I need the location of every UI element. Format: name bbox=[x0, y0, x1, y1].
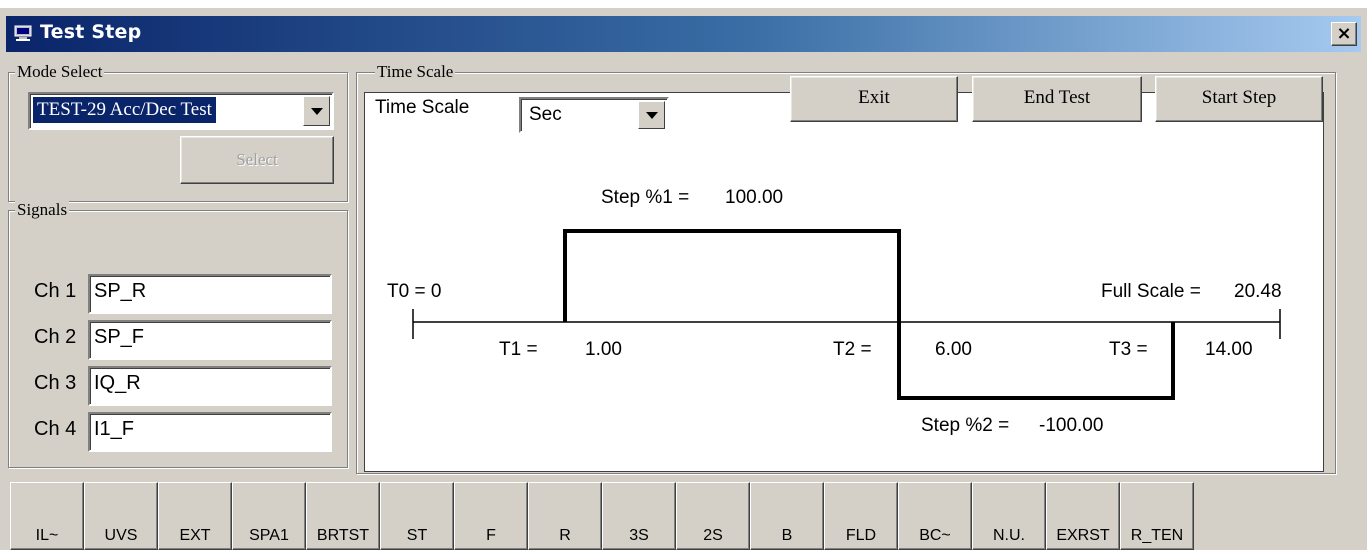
chevron-down-icon bbox=[310, 108, 323, 115]
step2-value: -100.00 bbox=[1039, 415, 1104, 436]
title-bar: Test Step × bbox=[6, 16, 1361, 52]
tab-button-label: EXRST bbox=[1056, 527, 1110, 544]
tab-button[interactable]: 2S bbox=[676, 482, 750, 550]
tab-button-label: R_TEN bbox=[1130, 527, 1184, 544]
ch3-input[interactable]: IQ_R bbox=[88, 366, 332, 406]
time-scale-dropdown[interactable]: Sec bbox=[519, 97, 669, 133]
t2-value: 6.00 bbox=[935, 339, 972, 360]
tab-button-label: B bbox=[781, 527, 793, 544]
mode-select-dropdown[interactable]: TEST-29 Acc/Dec Test bbox=[28, 92, 334, 130]
ch4-input[interactable]: I1_F bbox=[88, 412, 332, 452]
t1-label: T1 = bbox=[499, 339, 538, 360]
tab-button[interactable]: SPA1 bbox=[232, 482, 306, 550]
tab-button[interactable]: F bbox=[454, 482, 528, 550]
tab-button[interactable]: ST bbox=[380, 482, 454, 550]
tab-button[interactable]: EXT bbox=[158, 482, 232, 550]
exit-button-label: Exit bbox=[858, 87, 890, 108]
tab-button[interactable]: EXRST bbox=[1046, 482, 1120, 550]
tab-button-label: UVS bbox=[104, 527, 138, 544]
step-graph-canvas: Time Scale Sec Step %1 = 100.00 T0 = 0 F… bbox=[364, 92, 1324, 472]
exit-button[interactable]: Exit bbox=[790, 76, 958, 122]
ch4-label: Ch 4 bbox=[34, 418, 77, 440]
tab-button-label: N.U. bbox=[993, 527, 1025, 544]
mode-dropdown-button[interactable] bbox=[303, 96, 330, 126]
time-scale-value: Sec bbox=[529, 104, 562, 125]
tab-button-label: BRTST bbox=[316, 527, 370, 544]
tab-button[interactable]: B bbox=[750, 482, 824, 550]
ch1-input[interactable]: SP_R bbox=[88, 274, 332, 314]
end-test-button[interactable]: End Test bbox=[972, 76, 1142, 122]
select-button[interactable]: Select bbox=[180, 136, 334, 184]
t2-label: T2 = bbox=[833, 339, 872, 360]
time-scale-dropdown-button[interactable] bbox=[638, 101, 665, 129]
tab-button[interactable]: UVS bbox=[84, 482, 158, 550]
time-scale-label: Time Scale bbox=[375, 97, 470, 118]
tab-button[interactable]: BRTST bbox=[306, 482, 380, 550]
tab-button[interactable]: N.U. bbox=[972, 482, 1046, 550]
computer-icon bbox=[14, 25, 32, 41]
mode-select-value: TEST-29 Acc/Dec Test bbox=[33, 97, 216, 123]
tab-button-label: 3S bbox=[629, 527, 649, 544]
tab-button-label: FLD bbox=[845, 527, 877, 544]
window-title: Test Step bbox=[40, 21, 142, 43]
step-signal bbox=[563, 229, 1175, 400]
tab-button[interactable]: R_TEN bbox=[1120, 482, 1194, 550]
tab-button-label: 2S bbox=[703, 527, 723, 544]
close-icon: × bbox=[1336, 23, 1352, 44]
t3-label: T3 = bbox=[1109, 339, 1148, 360]
signals-label: Signals bbox=[15, 200, 70, 220]
ch2-input[interactable]: SP_F bbox=[88, 320, 332, 360]
tab-button[interactable]: 3S bbox=[602, 482, 676, 550]
tab-button[interactable]: IL~ bbox=[10, 482, 84, 550]
end-test-button-label: End Test bbox=[1023, 87, 1091, 108]
step2-label: Step %2 = bbox=[921, 415, 1010, 436]
step1-value: 100.00 bbox=[725, 187, 784, 208]
start-step-button[interactable]: Start Step bbox=[1155, 76, 1323, 122]
t0-label: T0 = 0 bbox=[387, 281, 442, 302]
tab-button-label: R bbox=[559, 527, 571, 544]
tab-button-label: SPA1 bbox=[249, 527, 289, 544]
tab-button-label: EXT bbox=[179, 527, 211, 544]
close-button[interactable]: × bbox=[1331, 22, 1357, 46]
test-step-window: Test Step × Mode Select TEST-29 Acc/Dec … bbox=[0, 0, 1367, 550]
ch2-label: Ch 2 bbox=[34, 326, 77, 348]
tab-button[interactable]: R bbox=[528, 482, 602, 550]
step1-label: Step %1 = bbox=[601, 187, 690, 208]
tab-button[interactable]: FLD bbox=[824, 482, 898, 550]
start-step-button-label: Start Step bbox=[1201, 87, 1277, 108]
chevron-down-icon bbox=[645, 112, 658, 119]
tab-button-label: F bbox=[486, 527, 496, 544]
tab-button-label: ST bbox=[406, 527, 428, 544]
ch3-label: Ch 3 bbox=[34, 372, 77, 394]
mode-select-label: Mode Select bbox=[15, 62, 105, 82]
time-scale-group-label: Time Scale bbox=[375, 62, 456, 82]
tab-button-label: IL~ bbox=[35, 527, 59, 544]
full-scale-value: 20.48 bbox=[1234, 281, 1282, 302]
select-button-label: Select bbox=[236, 150, 278, 169]
t1-value: 1.00 bbox=[585, 339, 622, 360]
tab-button-label: BC~ bbox=[919, 527, 951, 544]
tab-button[interactable]: BC~ bbox=[898, 482, 972, 550]
full-scale-label: Full Scale = bbox=[1101, 281, 1201, 302]
ch1-label: Ch 1 bbox=[34, 280, 77, 302]
t3-value: 14.00 bbox=[1205, 339, 1253, 360]
